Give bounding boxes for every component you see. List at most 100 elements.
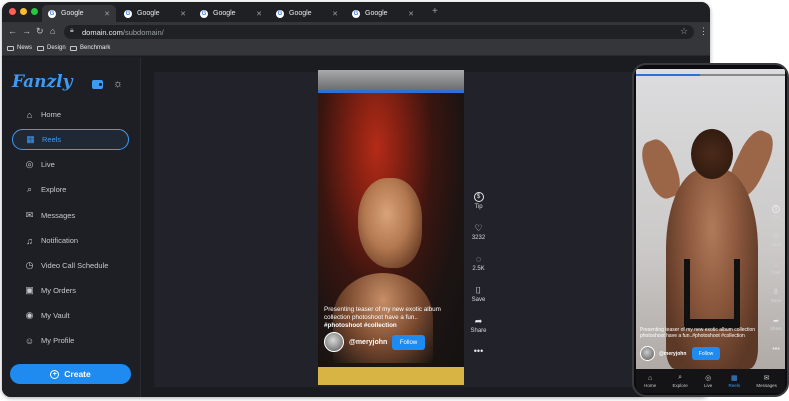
home-icon: ⌂ [648,374,653,382]
browser-menu-icon[interactable]: ⋮ [699,26,708,37]
comment-icon: ◌ [475,254,482,264]
phone-tab-live[interactable]: ◎ Live [704,374,712,388]
browser-tab[interactable]: G Google ✕ [346,5,420,22]
phone-follow-button[interactable]: Follow [692,347,720,360]
phone-action-tip[interactable]: $ Tip [766,205,786,219]
minimize-window-button[interactable] [20,8,27,15]
sidebar-item-notification[interactable]: ♫ Notification [12,230,129,251]
sidebar-item-label: Live [41,160,55,169]
reel-action-2.5k[interactable]: ◌ 2.5K [466,254,491,272]
phone-tab-label: Messages [756,383,777,388]
create-button[interactable]: + Create [10,364,131,384]
sidebar-item-home[interactable]: ⌂ Home [12,104,129,125]
home-icon[interactable]: ⌂ [50,26,55,36]
reload-icon[interactable]: ↻ [36,26,44,37]
bookmark-label: Benchmark [80,45,111,51]
bookmark-news[interactable]: News [7,45,32,51]
bookmark-design[interactable]: Design [37,45,66,51]
reel-action-more[interactable]: ••• [466,346,491,356]
follow-button[interactable]: Follow [392,335,425,350]
browser-tab[interactable]: G Google ✕ [194,5,268,22]
phone-reel-username[interactable]: @meryjohn [659,351,686,357]
plus-icon: + [50,369,60,379]
tip-icon: $ [473,192,484,202]
reel-action-tip[interactable]: $ Tip [466,192,491,210]
reel-player[interactable]: Presenting teaser of my new exotic album… [318,70,464,385]
bookmark-benchmark[interactable]: Benchmark [70,45,110,51]
close-tab-icon[interactable]: ✕ [104,10,110,18]
close-tab-icon[interactable]: ✕ [332,10,338,18]
bookmark-star-icon[interactable]: ☆ [680,26,688,37]
phone-action-label: Tip [772,214,780,219]
sidebar-item-label: Home [41,110,62,119]
close-tab-icon[interactable]: ✕ [408,10,414,18]
reel-action-label: 2.5K [472,266,485,272]
sidebar-item-live[interactable]: ◎ Live [12,154,129,175]
phone-tab-messages[interactable]: ✉ Messages [756,374,777,388]
phone-tab-reels[interactable]: ▦ Reels [729,374,741,388]
phone-progress-bar [636,74,700,76]
sidebar-item-label: My Profile [41,336,75,345]
forward-icon[interactable]: → [22,26,31,36]
avatar[interactable] [324,332,344,352]
browser-tab[interactable]: G Google ✕ [270,5,344,22]
maximize-window-button[interactable] [31,8,38,15]
phone-action-save[interactable]: ⌷ Save [766,289,786,303]
reel-action-share[interactable]: ➦ Share [466,316,491,335]
sidebar-item-explore[interactable]: ⌕ Explore [12,179,129,200]
search-icon: ⌕ [26,184,33,194]
sidebar-item-reels[interactable]: ▦ Reels [12,129,129,150]
sidebar-item-label: My Orders [41,286,77,295]
phone-tab-home[interactable]: ⌂ Home [644,375,656,388]
close-tab-icon[interactable]: ✕ [256,10,262,18]
phone-action-more[interactable]: ••• [766,345,786,353]
back-icon[interactable]: ← [8,26,17,36]
wallet-icon[interactable] [92,80,103,89]
reels-icon: ▦ [26,134,35,144]
sidebar: Fanzly ☼ ⌂ Home ▦ Reels ◎ Live ⌕ Explore ✉ Messag… [2,57,141,397]
bell-icon: ♫ [26,235,33,246]
bookmark-icon: ⌷ [475,284,482,295]
browser-tab[interactable]: G Google ✕ [118,5,192,22]
reel-caption: Presenting teaser of my new exotic album… [324,306,454,330]
reel-action-label: Save [471,297,486,303]
folder-icon [37,45,44,51]
user-icon: ☺ [24,335,35,346]
reel-username[interactable]: @meryjohn [349,339,387,346]
window-controls [9,8,38,15]
reel-hashtags[interactable]: #photoshoot #collection [324,322,397,329]
heart-icon: ♡ [772,234,780,241]
close-window-button[interactable] [9,8,16,15]
reels-icon: ▦ [730,375,738,382]
tab-title: Google [365,10,388,17]
phone-action-share[interactable]: ➦ Share [766,317,786,331]
avatar[interactable] [640,346,655,361]
sidebar-item-messages[interactable]: ✉ Messages [12,205,129,226]
bookmark-label: News [17,45,33,51]
phone-action-2.5k[interactable]: ◌ 2.5K [766,261,786,276]
sidebar-item-my-orders[interactable]: ▣ My Orders [12,280,129,301]
theme-toggle-icon[interactable]: ☼ [113,78,123,90]
phone-tab-explore[interactable]: ⌕ Explore [672,374,687,388]
google-favicon-icon: G [124,9,132,18]
phone-action-3232[interactable]: ♡ 3232 [766,233,786,247]
bag-icon: ▣ [25,285,34,295]
mail-icon: ✉ [763,375,770,382]
comment-icon: ◌ [773,261,779,269]
phone-reel-media [636,69,785,369]
sidebar-item-video-call-schedule[interactable]: ◷ Video Call Schedule [12,255,129,276]
sidebar-item-my-profile[interactable]: ☺ My Profile [12,330,129,351]
new-tab-button[interactable]: + [432,6,438,17]
phone-progress-track [700,74,785,76]
more-icon: ••• [772,345,780,353]
sidebar-item-label: Messages [41,211,76,220]
sidebar-item-my-vault[interactable]: ◉ My Vault [12,305,129,326]
close-tab-icon[interactable]: ✕ [180,10,186,18]
reel-action-3232[interactable]: ♡ 3232 [466,223,491,242]
reel-action-save[interactable]: ⌷ Save [466,284,491,304]
share-icon: ➦ [773,318,779,325]
app-logo[interactable]: Fanzly [12,72,73,92]
address-bar[interactable]: 🔒︎ domain.com/subdomain/ ☆ [64,25,694,39]
folder-icon [7,45,14,51]
browser-tab[interactable]: G Google ✕ [42,5,116,22]
